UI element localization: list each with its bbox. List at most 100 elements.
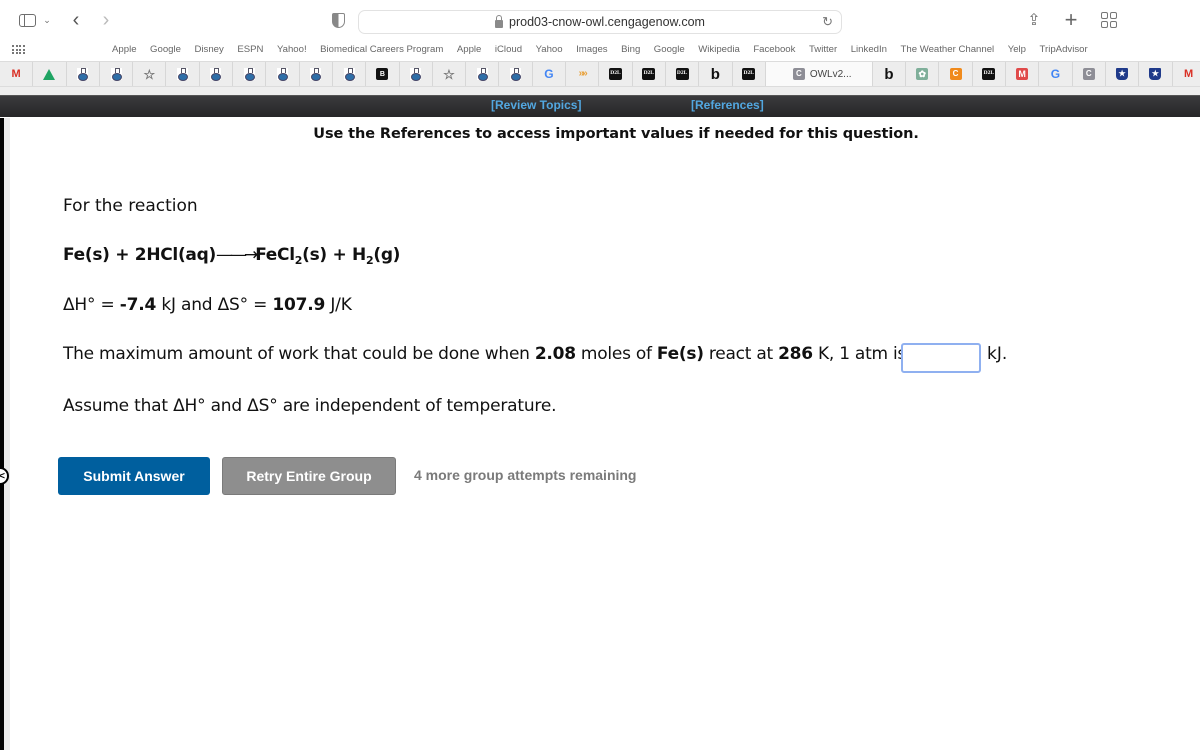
submit-answer-button[interactable]: Submit Answer	[58, 457, 210, 495]
tab[interactable]: »»	[566, 62, 600, 86]
favorite-link[interactable]: Yahoo!	[277, 44, 307, 55]
tab[interactable]: b	[873, 62, 907, 86]
tab[interactable]: D2L	[599, 62, 633, 86]
tab[interactable]: D2L	[973, 62, 1007, 86]
sidebar-icon	[18, 13, 36, 27]
retry-entire-group-button[interactable]: Retry Entire Group	[222, 457, 396, 495]
favorite-link[interactable]: Yahoo	[536, 44, 563, 55]
tab[interactable]: D2L	[666, 62, 700, 86]
forward-button[interactable]: ›	[98, 9, 114, 31]
tab[interactable]: D2L	[733, 62, 766, 86]
share-button[interactable]: ⇪	[1025, 10, 1043, 30]
delta-s-unit: J/K	[325, 295, 352, 315]
subscript: 2	[294, 254, 303, 267]
question-toolbar	[0, 95, 1200, 117]
tab[interactable]: ★	[1106, 62, 1140, 86]
apps-grid-icon[interactable]	[12, 45, 25, 55]
owl-flask-icon	[177, 68, 189, 81]
tab[interactable]	[499, 62, 533, 86]
tab[interactable]: M	[0, 62, 34, 86]
tab[interactable]: ☆	[433, 62, 467, 86]
delta-s-value: 107.9	[272, 295, 326, 315]
review-topics-link[interactable]: [Review Topics]	[491, 98, 581, 112]
temperature-value: 286	[778, 344, 813, 364]
favorite-link[interactable]: Disney	[194, 44, 223, 55]
new-tab-button[interactable]: +	[1062, 7, 1080, 32]
favorite-link[interactable]: Google	[150, 44, 181, 55]
tab[interactable]: B	[366, 62, 400, 86]
back-button[interactable]: ‹	[68, 9, 84, 31]
tab[interactable]: G	[533, 62, 567, 86]
favorite-link[interactable]: Yelp	[1008, 44, 1026, 55]
reaction-equation: Fe(s) + 2HCl(aq)——→FeCl2(s) + H2(g)	[63, 245, 400, 267]
owl-flask-icon	[343, 68, 355, 81]
tab[interactable]	[100, 62, 134, 86]
question-intro: For the reaction	[63, 196, 198, 216]
favorite-link[interactable]: LinkedIn	[851, 44, 887, 55]
answer-input[interactable]	[901, 343, 981, 373]
shield-star-icon: ★	[1149, 68, 1162, 80]
favorite-link[interactable]: TripAdvisor	[1040, 44, 1088, 55]
tab[interactable]	[333, 62, 367, 86]
references-link[interactable]: [References]	[691, 98, 764, 112]
favorite-link[interactable]: Wikipedia	[698, 44, 740, 55]
favorite-link[interactable]: iCloud	[495, 44, 522, 55]
favorite-link[interactable]: The Weather Channel	[901, 44, 995, 55]
page-top-strip	[0, 87, 1200, 95]
tab[interactable]	[200, 62, 234, 86]
owl-flask-icon	[243, 68, 255, 81]
tab[interactable]	[33, 62, 67, 86]
attempts-remaining: 4 more group attempts remaining	[414, 467, 637, 483]
tab[interactable]	[300, 62, 333, 86]
tab[interactable]: G	[1039, 62, 1073, 86]
product-text: (g)	[373, 245, 401, 265]
tab-overview-button[interactable]	[1100, 10, 1118, 30]
tab[interactable]	[233, 62, 267, 86]
chatgpt-icon: ✿	[916, 68, 929, 80]
favorite-link[interactable]: Facebook	[753, 44, 795, 55]
favorite-link[interactable]: Twitter	[809, 44, 837, 55]
owl-flask-icon	[310, 68, 322, 81]
favorite-link[interactable]: Images	[576, 44, 607, 55]
question-text: K, 1 atm is	[812, 344, 907, 364]
book-icon: B	[376, 68, 389, 80]
tab[interactable]	[266, 62, 300, 86]
privacy-shield-icon[interactable]	[330, 10, 346, 30]
owl-flask-icon	[210, 68, 222, 81]
tab-active[interactable]: C OWLv2...	[765, 62, 873, 86]
tab[interactable]: D2L	[633, 62, 666, 86]
tab[interactable]: ★	[1139, 62, 1173, 86]
reload-icon[interactable]: ↻	[822, 14, 833, 30]
url-text: prod03-cnow-owl.cengagenow.com	[509, 15, 705, 29]
browser-titlebar: ⌄ ‹ › prod03-cnow-owl.cengagenow.com ↻ ⇪…	[0, 0, 1200, 40]
tab[interactable]: C	[939, 62, 973, 86]
d2l-icon: D2L	[982, 68, 996, 80]
tab[interactable]: ✿	[906, 62, 940, 86]
tab[interactable]	[400, 62, 433, 86]
chegg-icon: C	[949, 68, 962, 80]
owl-flask-icon	[510, 68, 522, 81]
tab[interactable]: M	[1173, 62, 1200, 86]
gmail-icon: M	[11, 67, 21, 80]
favorite-link[interactable]: Bing	[621, 44, 640, 55]
bartleby-icon: b	[884, 65, 894, 83]
sidebar-toggle-button[interactable]	[17, 10, 37, 30]
favorite-link[interactable]: ESPN	[237, 44, 263, 55]
tab[interactable]: C	[1073, 62, 1106, 86]
instructions-text: Use the References to access important v…	[313, 126, 919, 142]
moles-value: 2.08	[534, 344, 576, 364]
tab[interactable]: ☆	[133, 62, 167, 86]
cengage-icon: C	[792, 68, 805, 80]
address-bar[interactable]: prod03-cnow-owl.cengagenow.com ↻	[358, 10, 842, 34]
favorite-link[interactable]: Google	[654, 44, 685, 55]
chevron-down-icon[interactable]: ⌄	[41, 10, 53, 30]
tab[interactable]	[166, 62, 200, 86]
owl-flask-icon	[476, 68, 488, 81]
tab[interactable]	[466, 62, 500, 86]
tab[interactable]	[67, 62, 100, 86]
favorite-link[interactable]: Apple	[457, 44, 482, 55]
favorite-link[interactable]: Biomedical Careers Program	[320, 44, 443, 55]
tab[interactable]: b	[699, 62, 733, 86]
tab[interactable]: M	[1006, 62, 1040, 86]
favorite-link[interactable]: Apple	[112, 44, 137, 55]
